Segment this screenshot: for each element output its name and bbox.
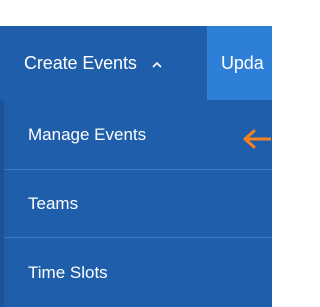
dropdown-left-edge xyxy=(0,100,4,307)
dropdown-item-teams[interactable]: Teams xyxy=(0,170,272,238)
dropdown-item-label: Teams xyxy=(28,193,79,213)
dropdown-item-manage-events[interactable]: Manage Events xyxy=(0,100,272,170)
page-top-background xyxy=(0,0,272,26)
create-events-menu[interactable]: Create Events xyxy=(0,26,207,100)
create-events-dropdown: Manage Events Teams Time Slots xyxy=(0,100,272,307)
dropdown-item-label: Time Slots xyxy=(28,262,108,282)
top-navbar: Create Events Upda xyxy=(0,26,272,100)
update-menu[interactable]: Upda xyxy=(207,26,272,100)
arrow-left-icon xyxy=(243,129,271,149)
dropdown-item-time-slots[interactable]: Time Slots xyxy=(0,238,272,307)
chevron-up-icon xyxy=(152,61,162,68)
update-label: Upda xyxy=(221,52,264,73)
create-events-label: Create Events xyxy=(24,52,137,73)
dropdown-item-label: Manage Events xyxy=(28,124,147,144)
